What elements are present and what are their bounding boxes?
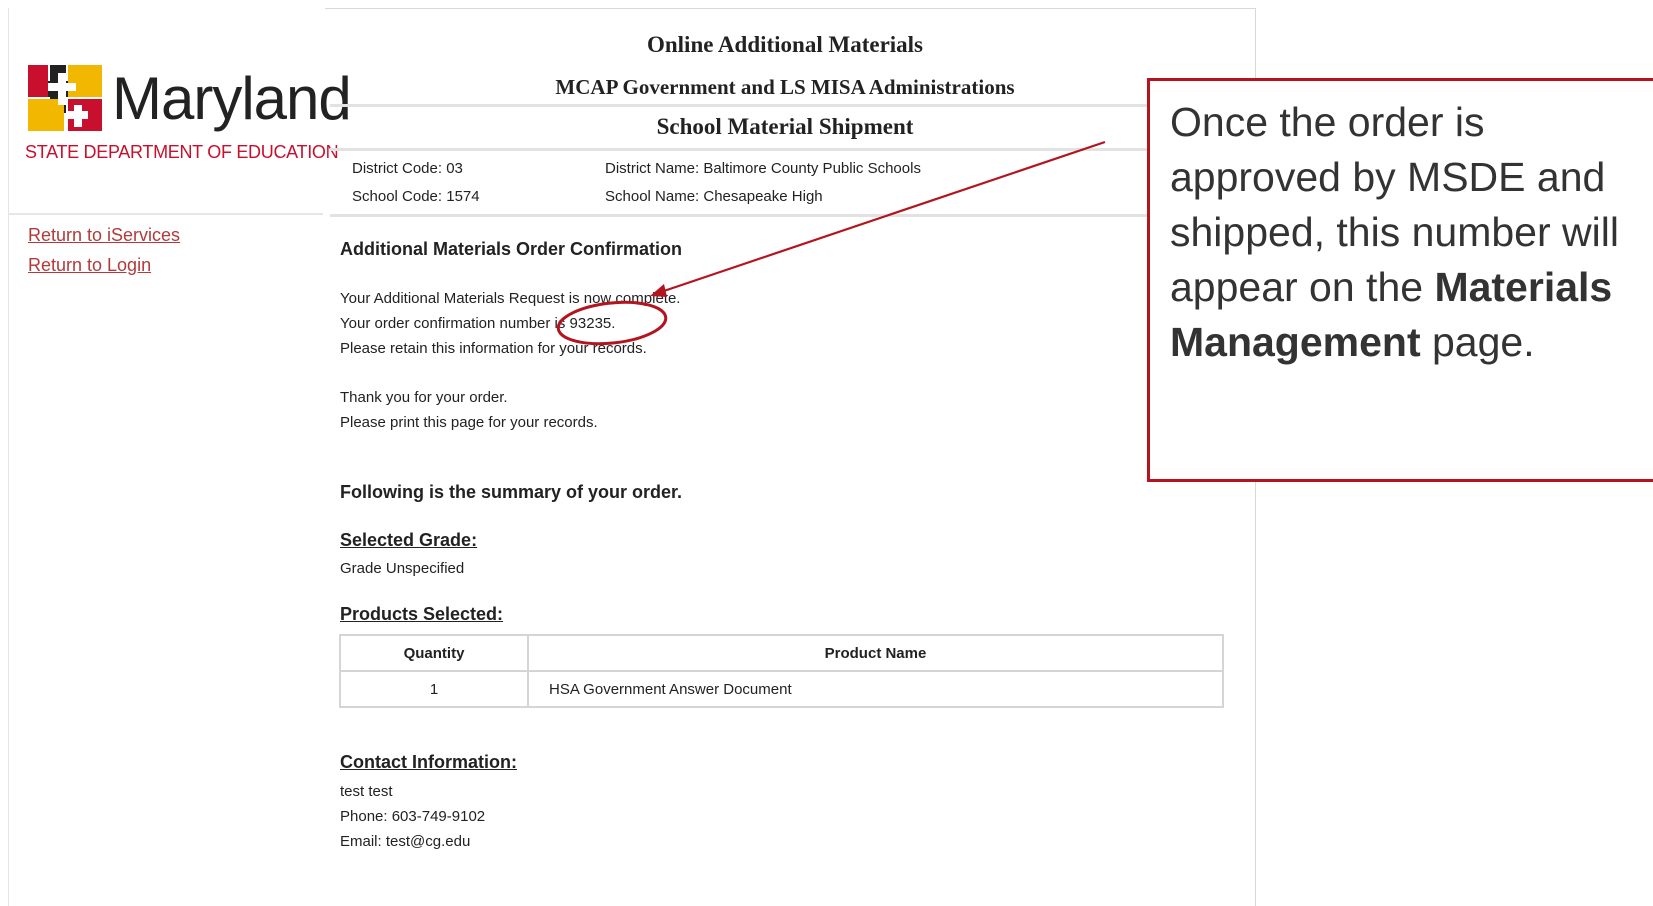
- sidebar-divider: [8, 213, 323, 215]
- confirmation-line-complete: Your Additional Materials Request is now…: [340, 290, 681, 307]
- selected-grade-heading: Selected Grade:: [340, 530, 478, 550]
- return-to-iservices-link[interactable]: Return to iServices: [28, 220, 180, 250]
- callout-text-after: page.: [1420, 319, 1535, 365]
- section-title: School Material Shipment: [656, 114, 914, 139]
- table-header-row: Quantity Product Name: [339, 634, 1224, 672]
- frame-top-border: [325, 8, 1255, 9]
- contact-name: test test: [340, 783, 393, 800]
- products-table: Quantity Product Name 1 HSA Government A…: [339, 634, 1224, 708]
- contact-information-heading: Contact Information:: [340, 752, 517, 772]
- thank-you-line: Thank you for your order.: [340, 389, 508, 406]
- page-title: Online Additional Materials: [646, 32, 924, 57]
- frame-left-border: [8, 8, 9, 906]
- callout-text: Once the order is approved by MSDE and s…: [1170, 95, 1650, 370]
- print-note-line: Please print this page for your records.: [340, 414, 598, 431]
- logo-subtitle: STATE DEPARTMENT OF EDUCATION: [25, 142, 339, 162]
- table-row: 1 HSA Government Answer Document: [339, 670, 1224, 708]
- district-name: District Name: Baltimore County Public S…: [605, 160, 921, 177]
- confirmation-heading: Additional Materials Order Confirmation: [340, 239, 683, 259]
- selected-grade-value: Grade Unspecified: [340, 560, 465, 577]
- quantity-column-header: Quantity: [339, 634, 529, 672]
- product-name-cell: HSA Government Answer Document: [527, 670, 1224, 708]
- maryland-flag-icon: [28, 65, 102, 131]
- contact-email: Email: test@cg.edu: [340, 833, 471, 850]
- logo-wordmark: Maryland: [112, 65, 352, 132]
- section-divider: [330, 148, 1240, 151]
- header-divider: [330, 104, 1240, 107]
- annotation-callout-box: Once the order is approved by MSDE and s…: [1147, 78, 1653, 482]
- page-subtitle: MCAP Government and LS MISA Administrati…: [555, 75, 1015, 99]
- quantity-cell: 1: [339, 670, 529, 708]
- contact-phone: Phone: 603-749-9102: [340, 808, 486, 825]
- return-to-login-link[interactable]: Return to Login: [28, 250, 180, 280]
- confirmation-number-line: Your order confirmation number is 93235.: [340, 315, 616, 332]
- sidebar-nav: Return to iServices Return to Login: [28, 220, 180, 280]
- msde-logo: Maryland STATE DEPARTMENT OF EDUCATION: [20, 58, 352, 168]
- district-code: District Code: 03: [352, 160, 463, 177]
- confirmation-retain-line: Please retain this information for your …: [340, 340, 647, 357]
- summary-heading: Following is the summary of your order.: [340, 482, 683, 502]
- products-selected-heading: Products Selected:: [340, 604, 504, 624]
- school-code: School Code: 1574: [352, 188, 480, 205]
- school-info-divider: [330, 214, 1240, 217]
- product-name-column-header: Product Name: [527, 634, 1224, 672]
- school-name: School Name: Chesapeake High: [605, 188, 823, 205]
